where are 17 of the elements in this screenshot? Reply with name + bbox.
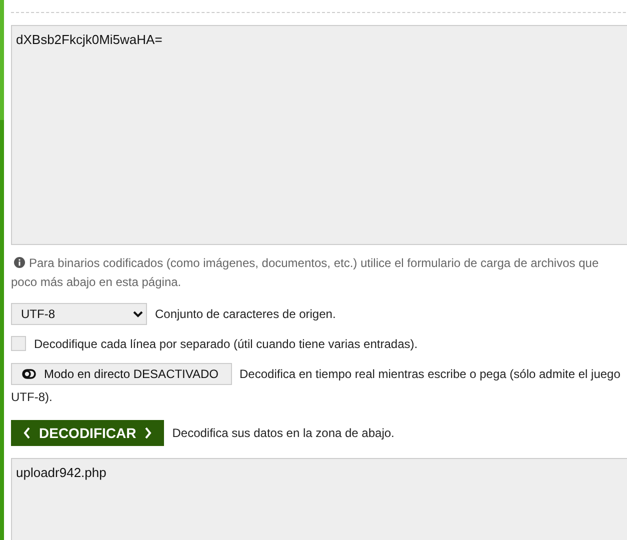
per-line-label: Decodifique cada línea por separado (útil cuando tiene varias entradas).	[34, 336, 418, 350]
per-line-checkbox[interactable]	[11, 336, 26, 351]
decode-description: Decodifica sus datos en la zona de abajo.	[172, 426, 394, 440]
info-icon	[14, 257, 25, 268]
decode-button[interactable]: DECODIFICAR	[11, 420, 164, 446]
chevron-right-icon	[144, 427, 152, 439]
charset-label: Conjunto de caracteres de origen.	[155, 307, 336, 321]
input-field[interactable]: dXBsb2Fkcjk0Mi5waHA=	[11, 25, 627, 245]
info-text: Para binarios codificados (como imágenes, documentos, etc.) utilice el formulario de carga de archivos que	[11, 254, 627, 273]
live-mode-button[interactable]: Modo en directo DESACTIVADO	[11, 363, 232, 385]
toggle-icon	[22, 369, 36, 379]
chevron-left-icon	[23, 427, 31, 439]
live-mode-description: UTF-8).	[11, 389, 54, 406]
live-mode-description: Decodifica en tiempo real mientras escribe o pega (sólo admite el juego	[240, 367, 620, 381]
info-text: poco más abajo en esta página.	[11, 274, 182, 291]
output-field[interactable]: uploadr942.php	[11, 458, 627, 540]
charset-select[interactable]: UTF-8	[11, 303, 147, 325]
